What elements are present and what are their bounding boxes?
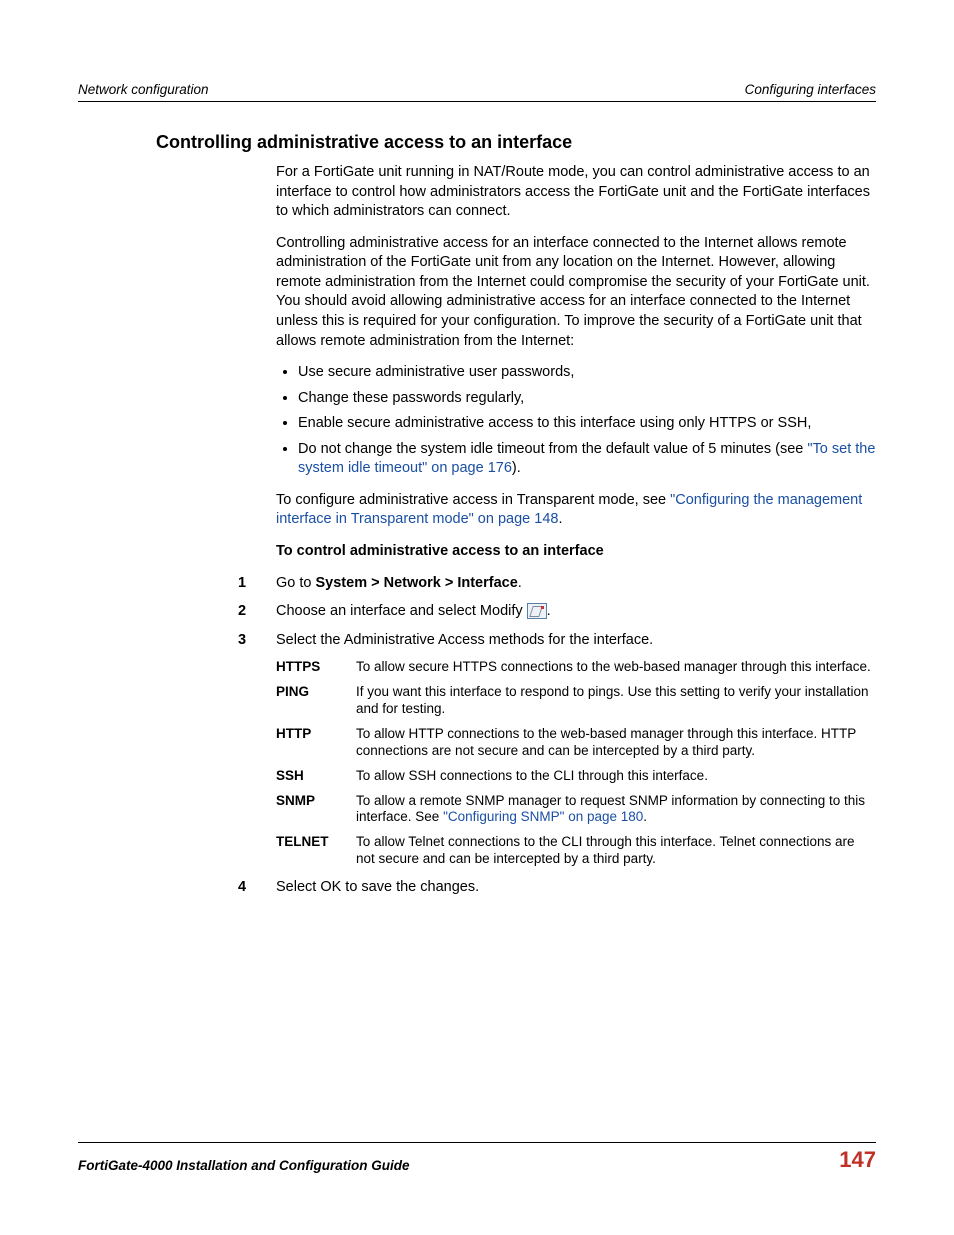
text: Choose an interface and select Modify: [276, 603, 527, 619]
definition-term: HTTPS: [276, 659, 356, 676]
step-body: Select OK to save the changes.: [276, 878, 876, 898]
step-number: 1: [238, 574, 276, 594]
text: To configure administrative access in Tr…: [276, 492, 670, 508]
header-left: Network configuration: [78, 82, 209, 97]
text: .: [547, 603, 551, 619]
footer-title: FortiGate-4000 Installation and Configur…: [78, 1158, 410, 1173]
step-body: Choose an interface and select Modify .: [276, 602, 876, 622]
procedure-heading: To control administrative access to an i…: [276, 542, 876, 562]
paragraph: For a FortiGate unit running in NAT/Rout…: [276, 163, 876, 222]
definition-term: SSH: [276, 768, 356, 785]
list-item: Enable secure administrative access to t…: [298, 414, 876, 434]
definition-row: SSH To allow SSH connections to the CLI …: [276, 768, 876, 785]
text: Do not change the system idle timeout fr…: [298, 441, 807, 457]
step: 1 Go to System > Network > Interface.: [238, 574, 876, 594]
list-item: Do not change the system idle timeout fr…: [298, 440, 876, 479]
text: Go to: [276, 575, 316, 591]
definition-term: TELNET: [276, 834, 356, 868]
definition-desc: To allow secure HTTPS connections to the…: [356, 659, 876, 676]
modify-icon: [527, 603, 547, 619]
body-text: For a FortiGate unit running in NAT/Rout…: [276, 163, 876, 562]
text: .: [558, 511, 562, 527]
step: 2 Choose an interface and select Modify …: [238, 602, 876, 622]
definition-term: PING: [276, 684, 356, 718]
list-item: Change these passwords regularly,: [298, 389, 876, 409]
definition-row: SNMP To allow a remote SNMP manager to r…: [276, 793, 876, 827]
step-body: Go to System > Network > Interface.: [276, 574, 876, 594]
xref-link[interactable]: "Configuring SNMP" on page 180: [443, 809, 643, 824]
step: 4 Select OK to save the changes.: [238, 878, 876, 898]
definition-term: HTTP: [276, 726, 356, 760]
step-list: 1 Go to System > Network > Interface. 2 …: [238, 574, 876, 651]
step-number: 4: [238, 878, 276, 898]
step-number: 3: [238, 631, 276, 651]
definition-row: HTTP To allow HTTP connections to the we…: [276, 726, 876, 760]
bullet-list: Use secure administrative user passwords…: [276, 363, 876, 479]
list-item: Use secure administrative user passwords…: [298, 363, 876, 383]
definition-row: HTTPS To allow secure HTTPS connections …: [276, 659, 876, 676]
text: .: [643, 809, 647, 824]
definition-row: PING If you want this interface to respo…: [276, 684, 876, 718]
definition-list: HTTPS To allow secure HTTPS connections …: [276, 659, 876, 868]
step: 3 Select the Administrative Access metho…: [238, 631, 876, 651]
step-list: 4 Select OK to save the changes.: [238, 878, 876, 898]
definition-desc: To allow a remote SNMP manager to reques…: [356, 793, 876, 827]
header-right: Configuring interfaces: [745, 82, 876, 97]
paragraph: Controlling administrative access for an…: [276, 234, 876, 351]
running-footer: FortiGate-4000 Installation and Configur…: [78, 1142, 876, 1173]
step-body: Select the Administrative Access methods…: [276, 631, 876, 651]
running-header: Network configuration Configuring interf…: [78, 82, 876, 102]
definition-row: TELNET To allow Telnet connections to th…: [276, 834, 876, 868]
section-heading: Controlling administrative access to an …: [156, 132, 876, 153]
definition-desc: If you want this interface to respond to…: [356, 684, 876, 718]
page-number: 147: [839, 1147, 876, 1173]
definition-term: SNMP: [276, 793, 356, 827]
definition-desc: To allow HTTP connections to the web-bas…: [356, 726, 876, 760]
text: .: [518, 575, 522, 591]
paragraph: To configure administrative access in Tr…: [276, 491, 876, 530]
definition-desc: To allow Telnet connections to the CLI t…: [356, 834, 876, 868]
text: ).: [512, 460, 521, 476]
page-content: Network configuration Configuring interf…: [0, 0, 954, 898]
definition-desc: To allow SSH connections to the CLI thro…: [356, 768, 876, 785]
step-number: 2: [238, 602, 276, 622]
menu-path: System > Network > Interface: [316, 575, 518, 591]
